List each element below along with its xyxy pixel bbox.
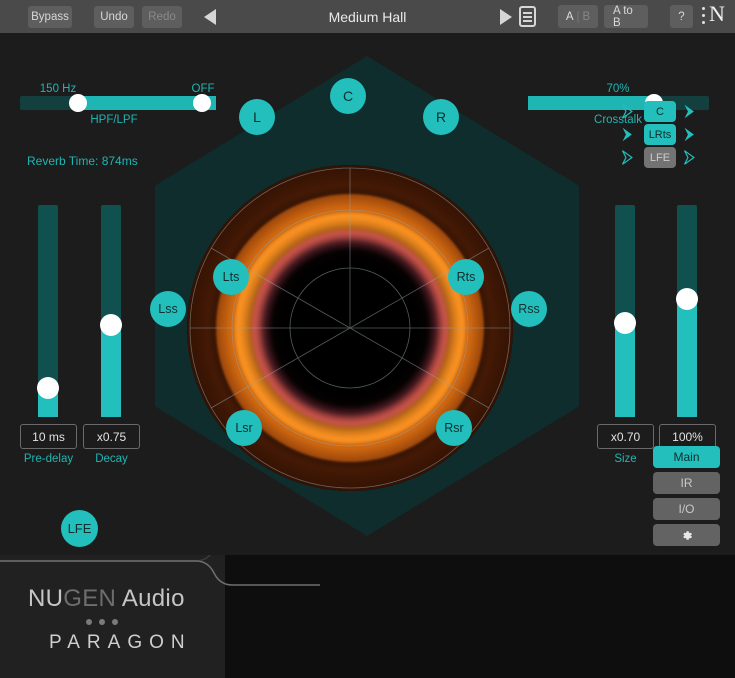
decay-handle[interactable]: [100, 314, 122, 336]
ab-a-label: A: [566, 11, 574, 23]
speaker-node-lts[interactable]: Lts: [213, 259, 249, 295]
hpf-lpf-label: HPF/LPF: [64, 114, 164, 126]
pre-delay-value[interactable]: 10 ms: [20, 424, 77, 449]
tab-ir[interactable]: IR: [653, 472, 720, 494]
routing-row-c: C: [612, 101, 707, 123]
help-button[interactable]: ?: [670, 5, 693, 28]
pre-delay-slider[interactable]: [38, 205, 58, 417]
nugen-n-letter: N: [709, 1, 725, 27]
ab-b-label: B: [583, 11, 591, 23]
main-panel: CLRLtsRtsLssRssLsrRsr LFE 150 Hz OFF HPF…: [0, 33, 735, 555]
brand-nu: NU: [28, 585, 63, 612]
menu-dots-icon: [702, 7, 705, 28]
routing-left-arrow-icon[interactable]: [620, 126, 637, 143]
routing-left-arrow-icon[interactable]: [620, 103, 637, 120]
size-fill: [615, 323, 635, 417]
preset-list-icon[interactable]: [519, 6, 536, 27]
speaker-node-rsr[interactable]: Rsr: [436, 410, 472, 446]
size-handle[interactable]: [614, 312, 636, 334]
brand-audio: Audio: [116, 585, 185, 612]
decay-label: Decay: [75, 453, 148, 465]
bypass-button[interactable]: Bypass: [28, 6, 72, 28]
decay-slider[interactable]: [101, 205, 121, 417]
brightness-handle[interactable]: [676, 288, 698, 310]
size-value[interactable]: x0.70: [597, 424, 654, 449]
a-to-b-button[interactable]: A to B: [604, 5, 648, 28]
lpf-slider-handle[interactable]: [193, 94, 211, 112]
routing-row-lfe: LFE: [612, 147, 707, 169]
logo-dots-icon: [86, 619, 118, 625]
hpf-slider-handle[interactable]: [69, 94, 87, 112]
routing-row-lrts: LRts: [612, 124, 707, 146]
speaker-node-r[interactable]: R: [423, 99, 459, 135]
routing-button-c[interactable]: C: [644, 101, 676, 122]
speaker-node-l[interactable]: L: [239, 99, 275, 135]
ab-separator: |: [577, 11, 580, 23]
tab-io[interactable]: I/O: [653, 498, 720, 520]
plugin-window: Bypass Undo Redo Medium Hall A | B A to …: [0, 0, 735, 678]
reverb-time-readout: Reverb Time: 874ms: [27, 154, 138, 168]
undo-button[interactable]: Undo: [94, 6, 134, 28]
redo-button[interactable]: Redo: [142, 6, 182, 28]
brand-gen: GEN: [63, 585, 116, 612]
nugen-logo-icon[interactable]: N: [702, 3, 732, 30]
crosstalk-value: 70%: [578, 83, 658, 95]
speaker-node-lss[interactable]: Lss: [150, 291, 186, 327]
speaker-node-lsr[interactable]: Lsr: [226, 410, 262, 446]
pre-delay-handle[interactable]: [37, 377, 59, 399]
footer-panel: NUGEN Audio PARAGON Mix 100% Trim -6dB L…: [0, 555, 735, 678]
routing-left-arrow-icon[interactable]: [620, 149, 637, 166]
previous-preset-icon[interactable]: [204, 9, 216, 25]
decay-fill: [101, 325, 121, 417]
tab-settings[interactable]: [653, 524, 720, 546]
nugen-audio-wordmark: NUGEN Audio: [28, 585, 185, 613]
speaker-node-c[interactable]: C: [330, 78, 366, 114]
speaker-node-rss[interactable]: Rss: [511, 291, 547, 327]
brightness-fill: [677, 299, 697, 417]
tab-main[interactable]: Main: [653, 446, 720, 468]
gear-icon: [679, 528, 694, 543]
ab-compare-button[interactable]: A | B: [558, 5, 598, 28]
speaker-node-rts[interactable]: Rts: [448, 259, 484, 295]
brightness-slider[interactable]: [677, 205, 697, 417]
size-slider[interactable]: [615, 205, 635, 417]
routing-button-lfe[interactable]: LFE: [644, 147, 676, 168]
product-name: PARAGON: [49, 632, 192, 654]
hpf-lpf-slider[interactable]: [20, 96, 210, 110]
routing-button-lrts[interactable]: LRts: [644, 124, 676, 145]
next-preset-icon[interactable]: [500, 9, 512, 25]
routing-right-arrow-icon[interactable]: [682, 103, 699, 120]
routing-right-arrow-icon[interactable]: [682, 149, 699, 166]
routing-right-arrow-icon[interactable]: [682, 126, 699, 143]
lfe-speaker-node[interactable]: LFE: [61, 510, 98, 547]
decay-value[interactable]: x0.75: [83, 424, 140, 449]
header-toolbar: Bypass Undo Redo Medium Hall A | B A to …: [0, 0, 735, 33]
hpf-value: 150 Hz: [18, 83, 98, 95]
